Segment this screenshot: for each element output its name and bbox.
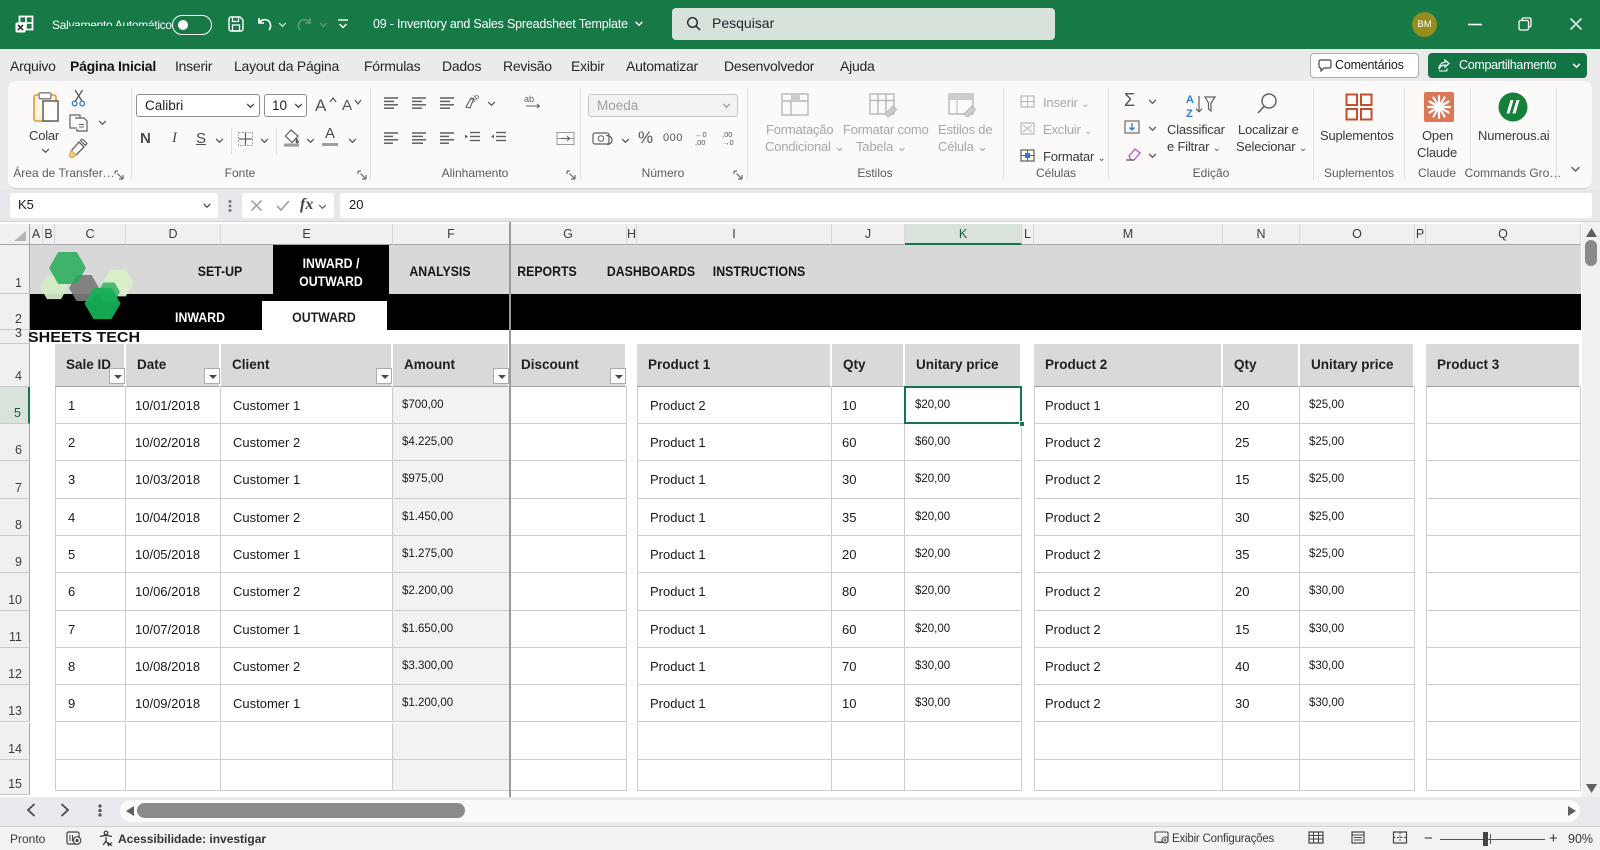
svg-text:A: A	[1186, 94, 1194, 106]
svg-text:ab: ab	[469, 94, 482, 105]
svg-text:Z: Z	[1186, 108, 1193, 118]
svg-text:ab: ab	[524, 94, 534, 104]
svg-text:,00: ,00	[695, 138, 705, 146]
svg-text:→0: →0	[722, 138, 734, 146]
